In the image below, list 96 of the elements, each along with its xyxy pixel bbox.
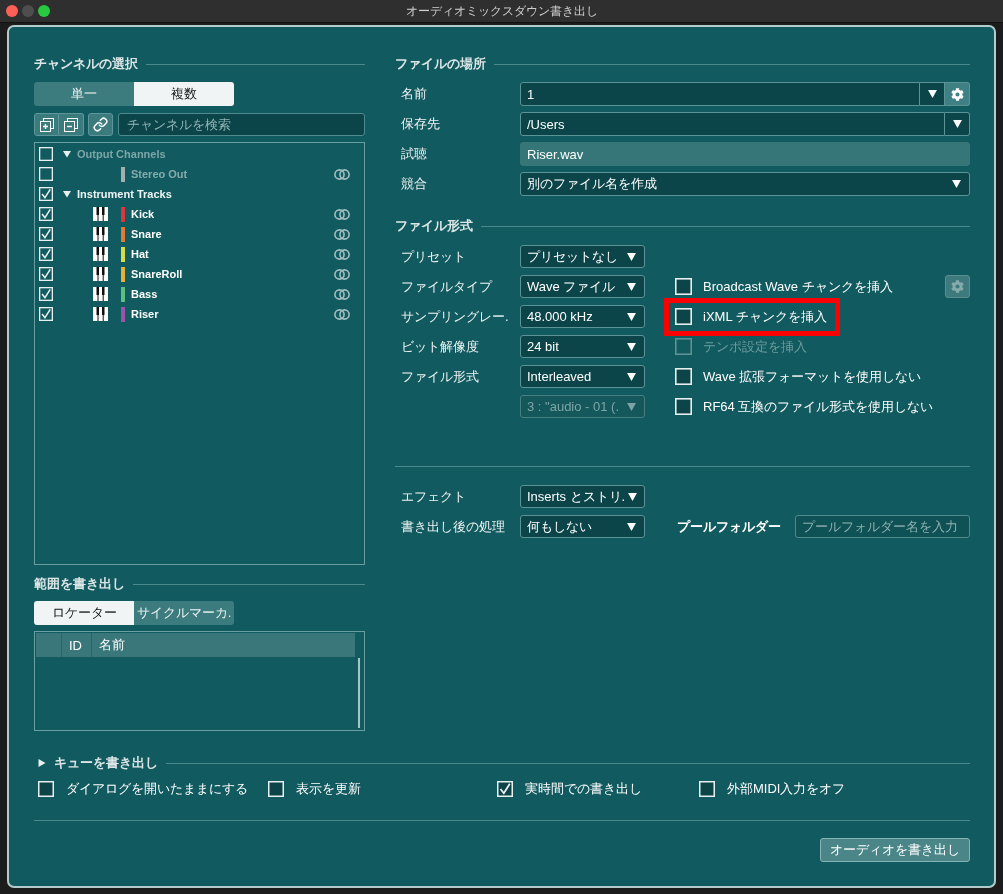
mode-tab[interactable]: 単一	[34, 82, 134, 106]
stereo-rings-icon	[334, 268, 350, 280]
field-label: 書き出し後の処理	[401, 517, 505, 536]
field-label: ビット解像度	[401, 337, 479, 356]
settings-icon	[951, 280, 964, 293]
mode-tab[interactable]: ロケーター	[34, 601, 134, 625]
caret-icon	[627, 252, 636, 261]
section-heading: ファイルの場所	[395, 55, 486, 73]
option-label: ダイアログを開いたままにする	[66, 780, 248, 798]
channel-name: Stereo Out	[131, 168, 188, 180]
disclosure-triangle-icon[interactable]	[63, 190, 71, 198]
dropdown[interactable]: 48.000 kHz	[520, 305, 645, 328]
caret-icon	[627, 372, 636, 381]
field-label: プリセット	[401, 247, 466, 266]
dropdown-button[interactable]	[920, 82, 945, 106]
section-heading: ファイル形式	[395, 217, 473, 235]
channel-name: Bass	[131, 288, 158, 300]
caret-icon	[927, 90, 937, 98]
settings-icon	[950, 87, 964, 101]
option-label: iXML チャンクを挿入	[703, 307, 827, 326]
collapse-all-button[interactable]	[59, 113, 84, 136]
piano-keys-icon	[93, 287, 108, 301]
disclosure-triangle-icon[interactable]	[38, 759, 46, 767]
option-label: テンポ設定を挿入	[703, 337, 807, 356]
mode-tab[interactable]: サイクルマーカ.	[134, 601, 234, 625]
option-label: 表示を更新	[296, 780, 361, 798]
dropdown[interactable]: 何もしない	[520, 515, 645, 538]
name-field[interactable]: 1	[520, 82, 920, 106]
close-button[interactable]	[6, 5, 18, 17]
channel-name: SnareRoll	[131, 268, 183, 280]
channel-name: Riser	[131, 308, 159, 320]
dropdown[interactable]: プリセットなし	[520, 245, 645, 268]
pool-folder-field[interactable]: プールフォルダー名を入力	[795, 515, 970, 538]
option-label: RF64 互換のファイル形式を使用しない	[703, 397, 934, 416]
caret-icon	[627, 312, 636, 321]
dropdown[interactable]: Wave ファイル	[520, 275, 645, 298]
expand-all-button[interactable]	[34, 113, 59, 136]
dropdown[interactable]: Interleaved	[520, 365, 645, 388]
section-heading: チャンネルの選択	[34, 55, 138, 73]
option-label: 外部MIDI入力をオフ	[727, 780, 846, 798]
channel-name: Kick	[131, 208, 155, 220]
piano-keys-icon	[93, 267, 108, 281]
section-heading: 範囲を書き出し	[34, 575, 125, 593]
caret-icon	[952, 120, 962, 128]
export-audio-button[interactable]: オーディオを書き出し	[820, 838, 970, 862]
stereo-rings-icon	[334, 308, 350, 320]
field-label: プールフォルダー	[677, 517, 782, 536]
field-label: ファイル形式	[401, 367, 479, 386]
preview-field: Riser.wav	[520, 142, 970, 166]
piano-keys-icon	[93, 207, 108, 221]
caret-icon	[627, 402, 636, 411]
field-label: 保存先	[401, 115, 440, 133]
field-label: ファイルタイプ	[401, 277, 492, 296]
caret-icon	[628, 492, 638, 501]
channel-name: Snare	[131, 228, 162, 240]
caret-icon	[627, 342, 636, 351]
search-field[interactable]: チャンネルを検索	[118, 113, 365, 136]
zoom-button[interactable]	[38, 5, 50, 17]
dropdown[interactable]: 24 bit	[520, 335, 645, 358]
caret-icon	[952, 180, 961, 188]
dropdown[interactable]: Inserts とストリ.	[520, 485, 645, 508]
window-title: オーディオミックスダウン書き出し	[405, 2, 598, 20]
collapse-all-icon	[64, 117, 78, 132]
mode-tab[interactable]: 複数	[134, 82, 234, 106]
field-label: 試聴	[401, 145, 427, 163]
piano-keys-icon	[93, 247, 108, 261]
stereo-rings-icon	[334, 168, 350, 180]
link-icon	[93, 117, 108, 132]
piano-keys-icon	[93, 307, 108, 321]
caret-icon	[627, 282, 636, 291]
group-label: Instrument Tracks	[77, 188, 172, 200]
section-heading: キューを書き出し	[54, 754, 158, 772]
option-label: Broadcast Wave チャンクを挿入	[703, 277, 893, 296]
field-label: 競合	[401, 175, 427, 193]
expand-all-icon	[39, 117, 54, 132]
caret-icon	[627, 522, 636, 531]
stereo-rings-icon	[334, 208, 350, 220]
path-field[interactable]: /Users	[520, 112, 945, 136]
channel-name: Hat	[131, 248, 149, 260]
dropdown[interactable]: 別のファイル名を作成	[520, 172, 970, 196]
field-label: 名前	[401, 85, 427, 103]
column-header[interactable]: ID	[62, 633, 92, 657]
stereo-rings-icon	[334, 228, 350, 240]
field-label: サンプリングレー.	[401, 307, 509, 326]
column-header[interactable]: 名前	[92, 633, 355, 657]
piano-keys-icon	[93, 227, 108, 241]
group-label: Output Channels	[77, 148, 166, 160]
link-button[interactable]	[88, 113, 113, 136]
stereo-rings-icon	[334, 248, 350, 260]
option-label: 実時間での書き出し	[525, 780, 642, 798]
option-label: Wave 拡張フォーマットを使用しない	[703, 367, 922, 386]
dropdown-button[interactable]	[945, 112, 970, 136]
scrollbar-track[interactable]	[358, 658, 360, 728]
field-label: エフェクト	[401, 487, 466, 506]
stereo-rings-icon	[334, 288, 350, 300]
settings-button[interactable]	[945, 82, 970, 106]
